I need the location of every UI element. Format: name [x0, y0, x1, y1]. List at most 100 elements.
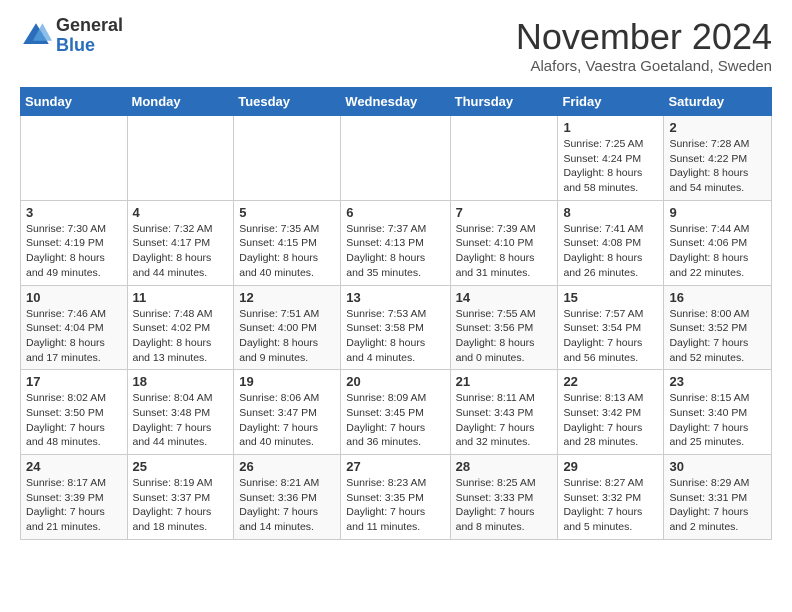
day-cell — [127, 116, 234, 201]
col-friday: Friday — [558, 88, 664, 116]
month-title: November 2024 — [516, 16, 772, 58]
day-info: Sunrise: 7:55 AMSunset: 3:56 PMDaylight:… — [456, 307, 553, 366]
day-cell: 11Sunrise: 7:48 AMSunset: 4:02 PMDayligh… — [127, 285, 234, 370]
day-number: 15 — [563, 290, 658, 305]
day-info: Sunrise: 7:30 AMSunset: 4:19 PMDaylight:… — [26, 222, 122, 281]
day-number: 28 — [456, 459, 553, 474]
day-info: Sunrise: 8:21 AMSunset: 3:36 PMDaylight:… — [239, 476, 335, 535]
day-cell: 27 Sunrise: 8:23 AMSunset: 3:35 PMDayligh… — [341, 455, 450, 540]
day-info: Sunrise: 8:04 AMSunset: 3:48 PMDaylight:… — [133, 391, 229, 450]
day-cell: 18 Sunrise: 8:04 AMSunset: 3:48 PMDayligh… — [127, 370, 234, 455]
title-block: November 2024 Alafors, Vaestra Goetaland… — [516, 16, 772, 75]
day-info: Sunrise: 8:09 AMSunset: 3:45 PMDaylight:… — [346, 391, 444, 450]
day-info: Sunrise: 7:46 AMSunset: 4:04 PMDaylight:… — [26, 307, 122, 366]
day-info: Sunrise: 7:57 AMSunset: 3:54 PMDaylight:… — [563, 307, 658, 366]
day-cell: 17 Sunrise: 8:02 AMSunset: 3:50 PMDayligh… — [21, 370, 128, 455]
day-info: Sunrise: 7:37 AMSunset: 4:13 PMDaylight:… — [346, 222, 444, 281]
day-cell: 29 Sunrise: 8:27 AMSunset: 3:32 PMDayligh… — [558, 455, 664, 540]
day-info: Sunrise: 7:39 AMSunset: 4:10 PMDaylight:… — [456, 222, 553, 281]
day-cell: 7 Sunrise: 7:39 AMSunset: 4:10 PMDaylight… — [450, 200, 558, 285]
logo-blue-text: Blue — [56, 35, 95, 55]
day-number: 12 — [239, 290, 335, 305]
day-number: 8 — [563, 205, 658, 220]
day-info: Sunrise: 7:41 AMSunset: 4:08 PMDaylight:… — [563, 222, 658, 281]
day-cell: 13Sunrise: 7:53 AMSunset: 3:58 PMDayligh… — [341, 285, 450, 370]
day-number: 25 — [133, 459, 229, 474]
day-number: 26 — [239, 459, 335, 474]
day-info: Sunrise: 8:13 AMSunset: 3:42 PMDaylight:… — [563, 391, 658, 450]
day-cell: 19 Sunrise: 8:06 AMSunset: 3:47 PMDayligh… — [234, 370, 341, 455]
day-number: 10 — [26, 290, 122, 305]
day-info: Sunrise: 8:27 AMSunset: 3:32 PMDaylight:… — [563, 476, 658, 535]
day-number: 24 — [26, 459, 122, 474]
day-cell: 4Sunrise: 7:32 AMSunset: 4:17 PMDaylight… — [127, 200, 234, 285]
day-number: 14 — [456, 290, 553, 305]
page: General Blue November 2024 Alafors, Vaes… — [0, 0, 792, 556]
day-number: 2 — [669, 120, 766, 135]
week-row-3: 17 Sunrise: 8:02 AMSunset: 3:50 PMDayligh… — [21, 370, 772, 455]
day-info: Sunrise: 7:48 AMSunset: 4:02 PMDaylight:… — [133, 307, 229, 366]
day-cell — [341, 116, 450, 201]
day-info: Sunrise: 8:29 AMSunset: 3:31 PMDaylight:… — [669, 476, 766, 535]
header-row: Sunday Monday Tuesday Wednesday Thursday… — [21, 88, 772, 116]
logo-general-text: General — [56, 15, 123, 35]
day-info: Sunrise: 7:35 AMSunset: 4:15 PMDaylight:… — [239, 222, 335, 281]
day-cell: 14 Sunrise: 7:55 AMSunset: 3:56 PMDayligh… — [450, 285, 558, 370]
day-cell: 8 Sunrise: 7:41 AMSunset: 4:08 PMDaylight… — [558, 200, 664, 285]
day-number: 27 — [346, 459, 444, 474]
location: Alafors, Vaestra Goetaland, Sweden — [516, 58, 772, 75]
day-info: Sunrise: 7:44 AMSunset: 4:06 PMDaylight:… — [669, 222, 766, 281]
day-cell: 28 Sunrise: 8:25 AMSunset: 3:33 PMDayligh… — [450, 455, 558, 540]
day-cell: 21 Sunrise: 8:11 AMSunset: 3:43 PMDayligh… — [450, 370, 558, 455]
col-tuesday: Tuesday — [234, 88, 341, 116]
col-wednesday: Wednesday — [341, 88, 450, 116]
day-cell: 3Sunrise: 7:30 AMSunset: 4:19 PMDaylight… — [21, 200, 128, 285]
day-number: 16 — [669, 290, 766, 305]
day-number: 23 — [669, 374, 766, 389]
col-sunday: Sunday — [21, 88, 128, 116]
day-cell: 16 Sunrise: 8:00 AMSunset: 3:52 PMDayligh… — [664, 285, 772, 370]
day-info: Sunrise: 7:32 AMSunset: 4:17 PMDaylight:… — [133, 222, 229, 281]
day-cell: 22 Sunrise: 8:13 AMSunset: 3:42 PMDayligh… — [558, 370, 664, 455]
day-info: Sunrise: 7:28 AMSunset: 4:22 PMDaylight:… — [669, 137, 766, 196]
day-cell: 25Sunrise: 8:19 AMSunset: 3:37 PMDayligh… — [127, 455, 234, 540]
logo-icon — [20, 20, 52, 52]
day-number: 29 — [563, 459, 658, 474]
day-info: Sunrise: 8:06 AMSunset: 3:47 PMDaylight:… — [239, 391, 335, 450]
week-row-2: 10 Sunrise: 7:46 AMSunset: 4:04 PMDayligh… — [21, 285, 772, 370]
calendar-table: Sunday Monday Tuesday Wednesday Thursday… — [20, 87, 772, 540]
day-number: 1 — [563, 120, 658, 135]
day-info: Sunrise: 8:11 AMSunset: 3:43 PMDaylight:… — [456, 391, 553, 450]
day-number: 18 — [133, 374, 229, 389]
day-info: Sunrise: 8:02 AMSunset: 3:50 PMDaylight:… — [26, 391, 122, 450]
week-row-4: 24Sunrise: 8:17 AMSunset: 3:39 PMDayligh… — [21, 455, 772, 540]
day-number: 19 — [239, 374, 335, 389]
day-cell: 9 Sunrise: 7:44 AMSunset: 4:06 PMDaylight… — [664, 200, 772, 285]
day-number: 22 — [563, 374, 658, 389]
week-row-0: 1Sunrise: 7:25 AMSunset: 4:24 PMDaylight… — [21, 116, 772, 201]
day-number: 9 — [669, 205, 766, 220]
day-cell: 2 Sunrise: 7:28 AMSunset: 4:22 PMDaylight… — [664, 116, 772, 201]
day-cell: 6 Sunrise: 7:37 AMSunset: 4:13 PMDaylight… — [341, 200, 450, 285]
day-info: Sunrise: 8:25 AMSunset: 3:33 PMDaylight:… — [456, 476, 553, 535]
day-cell: 10 Sunrise: 7:46 AMSunset: 4:04 PMDayligh… — [21, 285, 128, 370]
col-saturday: Saturday — [664, 88, 772, 116]
day-number: 30 — [669, 459, 766, 474]
logo: General Blue — [20, 16, 123, 56]
logo-text: General Blue — [56, 16, 123, 56]
day-number: 17 — [26, 374, 122, 389]
day-number: 6 — [346, 205, 444, 220]
day-cell: 15 Sunrise: 7:57 AMSunset: 3:54 PMDayligh… — [558, 285, 664, 370]
day-cell — [21, 116, 128, 201]
day-info: Sunrise: 8:00 AMSunset: 3:52 PMDaylight:… — [669, 307, 766, 366]
day-number: 7 — [456, 205, 553, 220]
day-info: Sunrise: 8:23 AMSunset: 3:35 PMDaylight:… — [346, 476, 444, 535]
day-cell — [450, 116, 558, 201]
day-cell: 12 Sunrise: 7:51 AMSunset: 4:00 PMDayligh… — [234, 285, 341, 370]
day-number: 13 — [346, 290, 444, 305]
day-info: Sunrise: 7:51 AMSunset: 4:00 PMDaylight:… — [239, 307, 335, 366]
col-monday: Monday — [127, 88, 234, 116]
calendar-body: 1Sunrise: 7:25 AMSunset: 4:24 PMDaylight… — [21, 116, 772, 540]
day-cell: 26 Sunrise: 8:21 AMSunset: 3:36 PMDayligh… — [234, 455, 341, 540]
day-number: 21 — [456, 374, 553, 389]
